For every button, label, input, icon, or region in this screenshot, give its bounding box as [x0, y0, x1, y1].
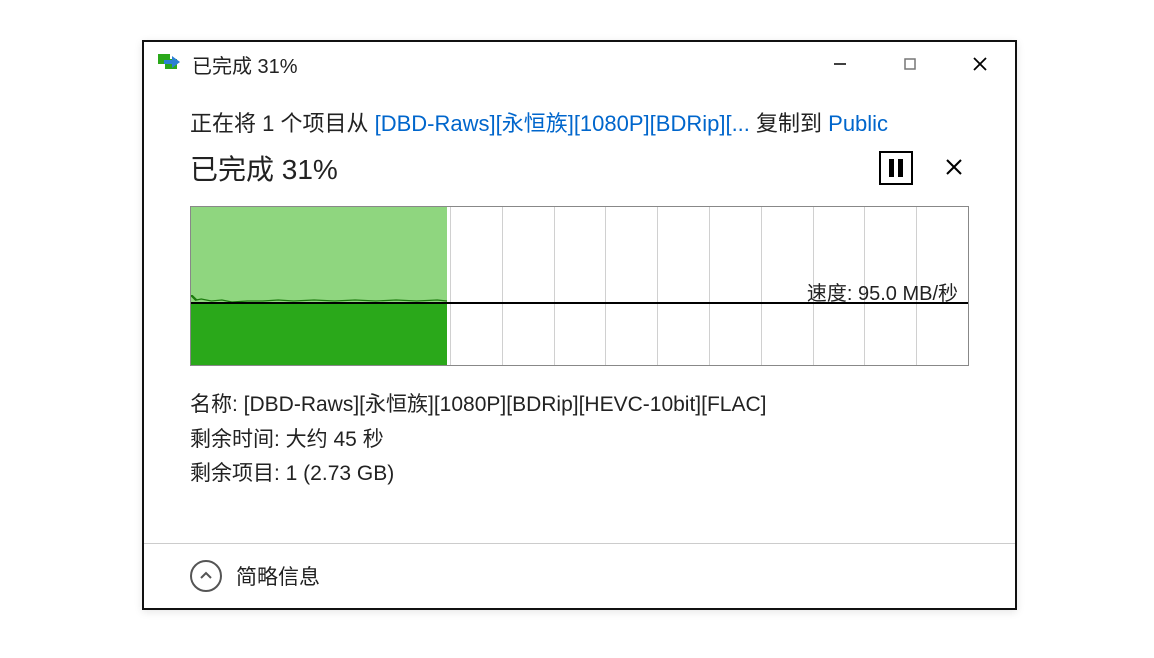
- progress-status-text: 已完成 31%: [190, 148, 338, 188]
- status-controls: [879, 151, 969, 185]
- window-controls: [805, 42, 1015, 86]
- copy-prefix: 正在将 1 个项目从: [190, 111, 375, 136]
- speed-chart: 速度: 95.0 MB/秒: [190, 206, 969, 366]
- window-title: 已完成 31%: [192, 50, 805, 79]
- name-value: [DBD-Raws][永恒族][1080P][BDRip][HEVC-10bit…: [244, 393, 767, 416]
- copy-middle: 复制到: [750, 111, 828, 136]
- copy-transfer-icon: [158, 54, 182, 74]
- time-remaining-label: 剩余时间:: [190, 428, 286, 451]
- maximize-button[interactable]: [875, 42, 945, 86]
- chart-fill-lower: [191, 302, 447, 365]
- copy-description: 正在将 1 个项目从 [DBD-Raws][永恒族][1080P][BDRip]…: [190, 106, 969, 138]
- dialog-content: 正在将 1 个项目从 [DBD-Raws][永恒族][1080P][BDRip]…: [144, 86, 1015, 543]
- file-copy-dialog: 已完成 31% 正在将 1 个项目从 [DBD-Raws][永恒族][1080P…: [142, 40, 1017, 610]
- pause-icon: [889, 159, 894, 177]
- source-folder-link[interactable]: [DBD-Raws][永恒族][1080P][BDRip][...: [375, 111, 750, 136]
- details-section: 名称: [DBD-Raws][永恒族][1080P][BDRip][HEVC-1…: [190, 388, 969, 492]
- chevron-up-icon: [198, 568, 214, 584]
- items-remaining-value: 1 (2.73 GB): [286, 462, 395, 485]
- dialog-footer: 简略信息: [144, 543, 1015, 608]
- titlebar: 已完成 31%: [144, 42, 1015, 86]
- chart-fill-upper: [191, 207, 447, 302]
- time-remaining-value: 大约 45 秒: [286, 428, 384, 451]
- speed-label: 速度: 95.0 MB/秒: [807, 277, 958, 306]
- chart-speed-line: [191, 295, 447, 305]
- pause-icon: [898, 159, 903, 177]
- minimize-button[interactable]: [805, 42, 875, 86]
- items-remaining-label: 剩余项目:: [190, 462, 286, 485]
- status-row: 已完成 31%: [190, 148, 969, 188]
- detail-name-row: 名称: [DBD-Raws][永恒族][1080P][BDRip][HEVC-1…: [190, 388, 969, 423]
- close-button[interactable]: [945, 42, 1015, 86]
- name-label: 名称:: [190, 393, 244, 416]
- detail-time-row: 剩余时间: 大约 45 秒: [190, 423, 969, 458]
- footer-toggle-label[interactable]: 简略信息: [236, 561, 320, 591]
- collapse-details-button[interactable]: [190, 560, 222, 592]
- cancel-button[interactable]: [939, 153, 969, 184]
- detail-items-row: 剩余项目: 1 (2.73 GB): [190, 457, 969, 492]
- pause-button[interactable]: [879, 151, 913, 185]
- destination-folder-link[interactable]: Public: [828, 111, 888, 136]
